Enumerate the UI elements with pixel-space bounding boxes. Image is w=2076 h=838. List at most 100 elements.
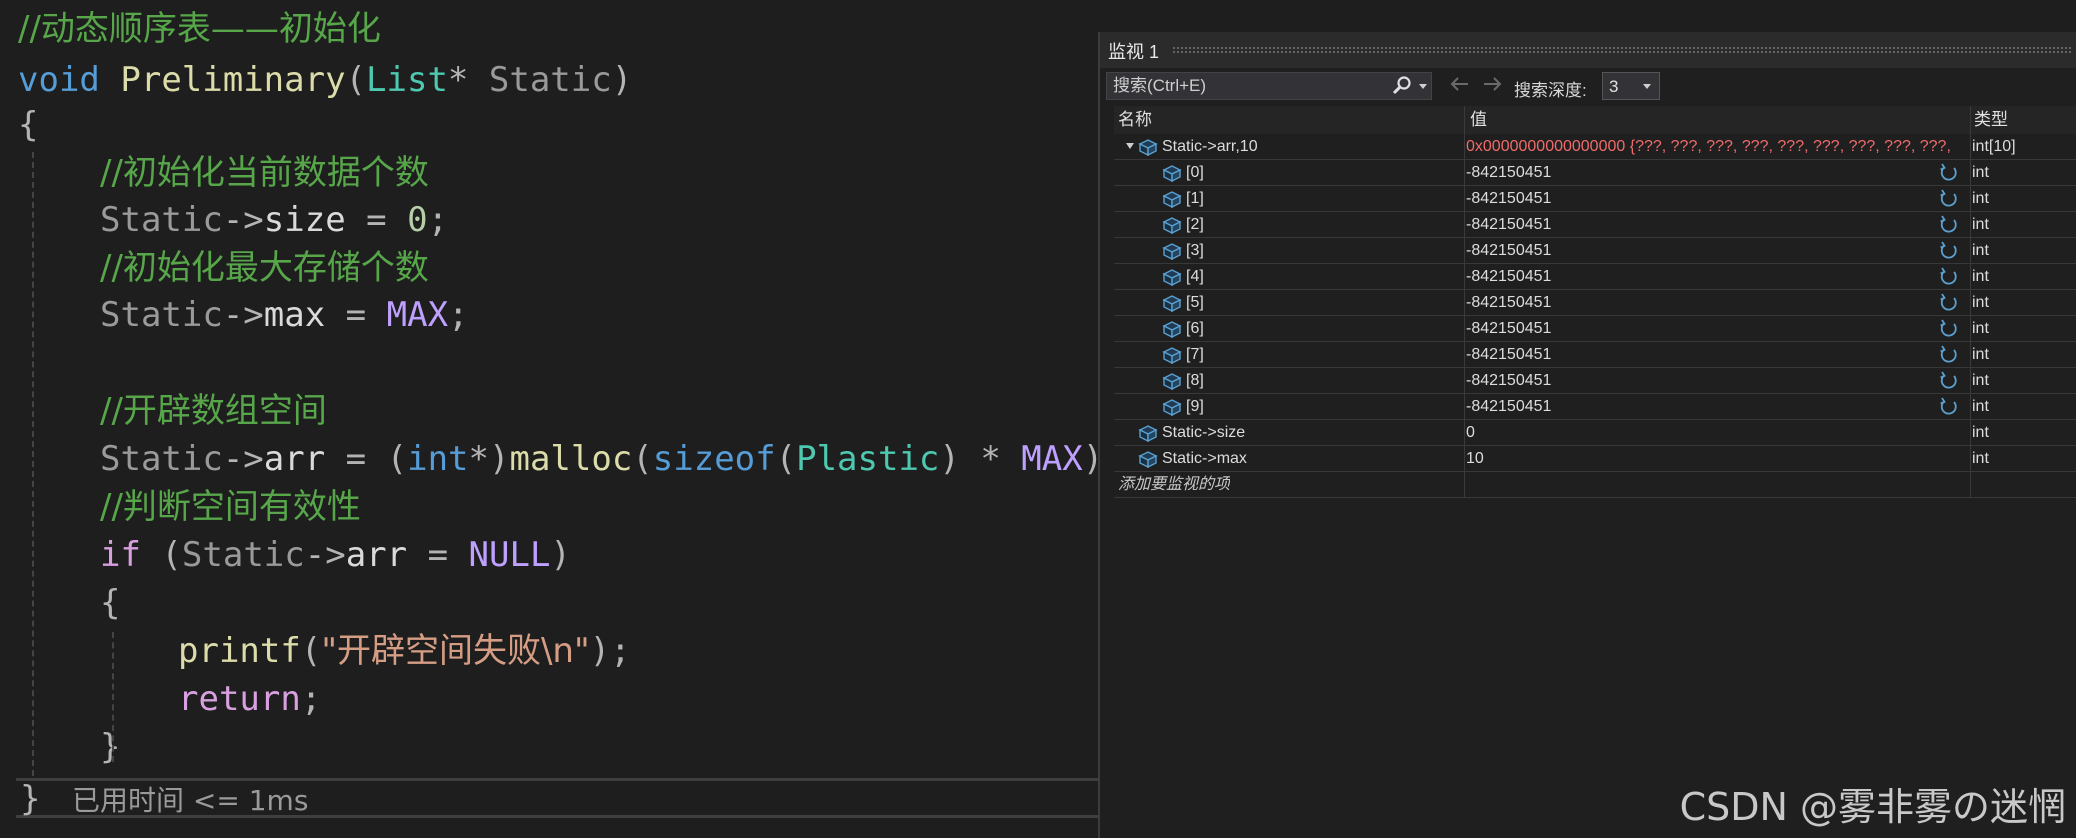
watch-row-value[interactable]: -842150451	[1466, 316, 1956, 341]
code-token: //判断空间有效性	[100, 487, 361, 527]
watch-row-name: [2]	[1186, 216, 1204, 233]
code-token: //初始化当前数据个数	[100, 153, 429, 193]
watch-row-type: int	[1972, 216, 1989, 233]
watch-row[interactable]: [0] -842150451 int	[1114, 160, 2076, 186]
search-input[interactable]	[1107, 73, 1389, 99]
watch-row[interactable]: [6] -842150451 int	[1114, 316, 2076, 342]
watch-titlebar[interactable]: 监视 1	[1100, 32, 2076, 68]
watch-row-name: [1]	[1186, 190, 1204, 207]
watch-row-value[interactable]: -842150451	[1466, 290, 1956, 315]
search-depth-value: 3	[1609, 77, 1619, 96]
code-editor[interactable]: //动态顺序表——初始化 void Preliminary(List* Stati…	[0, 0, 1098, 838]
column-separator[interactable]	[1464, 106, 1465, 498]
code-token: MAX	[1021, 439, 1083, 479]
watch-row-type: int	[1972, 450, 1989, 467]
code-token: =	[345, 200, 408, 240]
code-line: //判断空间有效性	[100, 484, 361, 530]
column-header-name[interactable]: 名称	[1118, 106, 1152, 134]
column-header-value[interactable]: 值	[1470, 106, 1487, 134]
watch-row[interactable]: [3] -842150451 int	[1114, 238, 2076, 264]
refresh-icon[interactable]	[1938, 319, 1960, 339]
watch-row-name: Static->arr,10	[1162, 138, 1258, 155]
code-token: ;	[300, 679, 322, 719]
code-token: Static	[488, 60, 612, 100]
refresh-icon[interactable]	[1938, 371, 1960, 391]
chevron-down-icon[interactable]	[1643, 84, 1651, 89]
watch-row-type: int	[1972, 398, 1989, 415]
watch-row-value[interactable]: -842150451	[1466, 264, 1956, 289]
refresh-icon[interactable]	[1938, 267, 1960, 287]
watch-row[interactable]: [2] -842150451 int	[1114, 212, 2076, 238]
watch-row-type: int[10]	[1972, 138, 2016, 155]
watch-row[interactable]: [5] -842150451 int	[1114, 290, 2076, 316]
refresh-icon[interactable]	[1938, 189, 1960, 209]
refresh-icon[interactable]	[1938, 215, 1960, 235]
search-icon[interactable]	[1391, 75, 1413, 97]
column-header-type[interactable]: 类型	[1974, 106, 2008, 134]
expand-triangle-icon[interactable]	[1126, 143, 1134, 149]
code-line: {	[18, 102, 38, 148]
column-separator[interactable]	[1970, 106, 1971, 498]
watch-window: 监视 1 搜索深度: 3 名称 值 类型 Static->a	[1098, 32, 2076, 838]
add-watch-item-text[interactable]: 添加要监视的项	[1118, 472, 1230, 497]
watch-row-type: int	[1972, 294, 1989, 311]
add-watch-row[interactable]: 添加要监视的项	[1114, 472, 2076, 498]
arrow-left-icon[interactable]	[1448, 74, 1472, 94]
watch-row-value[interactable]: -842150451	[1466, 394, 1956, 419]
refresh-icon[interactable]	[1938, 241, 1960, 261]
refresh-icon[interactable]	[1938, 163, 1960, 183]
watch-row-name: [5]	[1186, 294, 1204, 311]
refresh-icon[interactable]	[1938, 345, 1960, 365]
code-line: {	[100, 580, 120, 626]
indent-guide	[112, 632, 114, 762]
closing-brace: }	[20, 779, 41, 819]
watch-row-value[interactable]: 0x0000000000000000 {???, ???, ???, ???, …	[1466, 134, 1956, 159]
arrow-right-icon[interactable]	[1480, 74, 1504, 94]
watch-row-value[interactable]: -842150451	[1466, 160, 1956, 185]
grid-header	[1114, 106, 2076, 134]
variable-icon	[1162, 320, 1182, 339]
code-token: List	[366, 60, 448, 100]
code-token: (	[632, 439, 653, 479]
chevron-down-icon[interactable]	[1419, 84, 1427, 89]
code-token: void	[18, 60, 100, 100]
code-token: size	[263, 200, 346, 240]
watch-row-name: [3]	[1186, 242, 1204, 259]
watch-row-name: [4]	[1186, 268, 1204, 285]
code-token: )	[611, 60, 633, 100]
watch-row[interactable]: [1] -842150451 int	[1114, 186, 2076, 212]
variable-icon	[1138, 138, 1158, 157]
variable-icon	[1138, 450, 1158, 469]
watch-row-value[interactable]: 0	[1466, 420, 1956, 445]
watch-row-value[interactable]: -842150451	[1466, 238, 1956, 263]
code-line: Static->size = 0;	[100, 197, 448, 243]
refresh-icon[interactable]	[1938, 397, 1960, 417]
watch-row-value[interactable]: -842150451	[1466, 212, 1956, 237]
search-box[interactable]	[1106, 72, 1432, 100]
variable-icon	[1162, 190, 1182, 209]
watch-row[interactable]: [4] -842150451 int	[1114, 264, 2076, 290]
watch-row[interactable]: Static->arr,10 0x0000000000000000 {???, ?…	[1114, 134, 2076, 160]
watch-row-value[interactable]: -842150451	[1466, 368, 1956, 393]
watch-row[interactable]: [7] -842150451 int	[1114, 342, 2076, 368]
code-line: //初始化最大存储个数	[100, 245, 429, 291]
watch-row-value[interactable]: -842150451	[1466, 186, 1956, 211]
code-token: 0	[407, 200, 428, 240]
variable-icon	[1162, 268, 1182, 287]
refresh-icon[interactable]	[1938, 293, 1960, 313]
watch-row[interactable]: [9] -842150451 int	[1114, 394, 2076, 420]
code-line: Static->max = MAX;	[100, 292, 469, 338]
drag-grip[interactable]	[1172, 46, 2072, 54]
watch-row[interactable]: Static->max 10 int	[1114, 446, 2076, 472]
watch-row-value[interactable]: 10	[1466, 446, 1956, 471]
watch-row[interactable]: [8] -842150451 int	[1114, 368, 2076, 394]
watch-row-type: int	[1972, 164, 1989, 181]
code-token: =	[407, 535, 469, 575]
code-token: return	[178, 679, 301, 719]
watch-row-value[interactable]: -842150451	[1466, 342, 1956, 367]
search-depth-label: 搜索深度:	[1514, 81, 1587, 100]
search-depth-select[interactable]: 3	[1602, 72, 1660, 100]
watch-row[interactable]: Static->size 0 int	[1114, 420, 2076, 446]
code-token: arr	[345, 535, 408, 575]
